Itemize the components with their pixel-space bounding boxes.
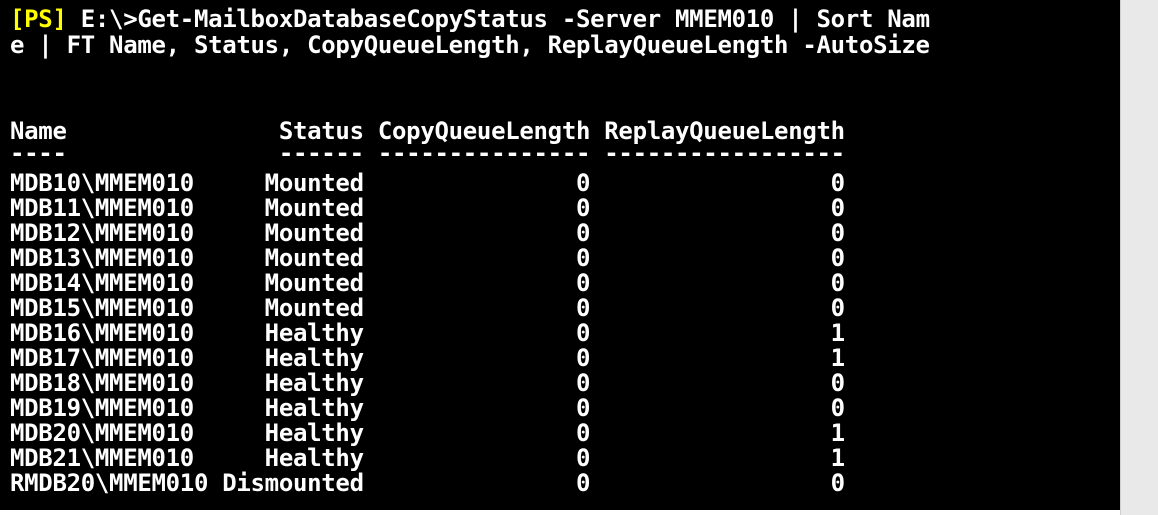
- table-header-underline: ---- ------ --------------- ------------…: [10, 139, 845, 167]
- table-row: MDB11\MMEM010 Mounted 0 0: [10, 194, 845, 222]
- table-row: MDB16\MMEM010 Healthy 0 1: [10, 319, 845, 347]
- table-row: RMDB20\MMEM010 Dismounted 0 0: [10, 469, 845, 497]
- table-row: MDB10\MMEM010 Mounted 0 0: [10, 169, 845, 197]
- table-row: MDB19\MMEM010 Healthy 0 0: [10, 394, 845, 422]
- table-row: MDB17\MMEM010 Healthy 0 1: [10, 344, 845, 372]
- table-row: MDB20\MMEM010 Healthy 0 1: [10, 419, 845, 447]
- table-row: MDB21\MMEM010 Healthy 0 1: [10, 444, 845, 472]
- table-row: MDB12\MMEM010 Mounted 0 0: [10, 219, 845, 247]
- console-window[interactable]: [PS] E:\>Get-MailboxDatabaseCopyStatus -…: [0, 0, 1120, 510]
- prompt-tag: [PS]: [10, 5, 67, 33]
- table-row: MDB18\MMEM010 Healthy 0 0: [10, 369, 845, 397]
- command-line-2: e | FT Name, Status, CopyQueueLength, Re…: [10, 31, 930, 59]
- table-row: MDB14\MMEM010 Mounted 0 0: [10, 269, 845, 297]
- command-line-1: [PS] E:\>Get-MailboxDatabaseCopyStatus -…: [10, 6, 930, 32]
- table-row: MDB13\MMEM010 Mounted 0 0: [10, 244, 845, 272]
- command-text: E:\>Get-MailboxDatabaseCopyStatus -Serve…: [66, 5, 930, 33]
- vertical-scrollbar[interactable]: [1120, 0, 1158, 515]
- table-row: MDB15\MMEM010 Mounted 0 0: [10, 294, 845, 322]
